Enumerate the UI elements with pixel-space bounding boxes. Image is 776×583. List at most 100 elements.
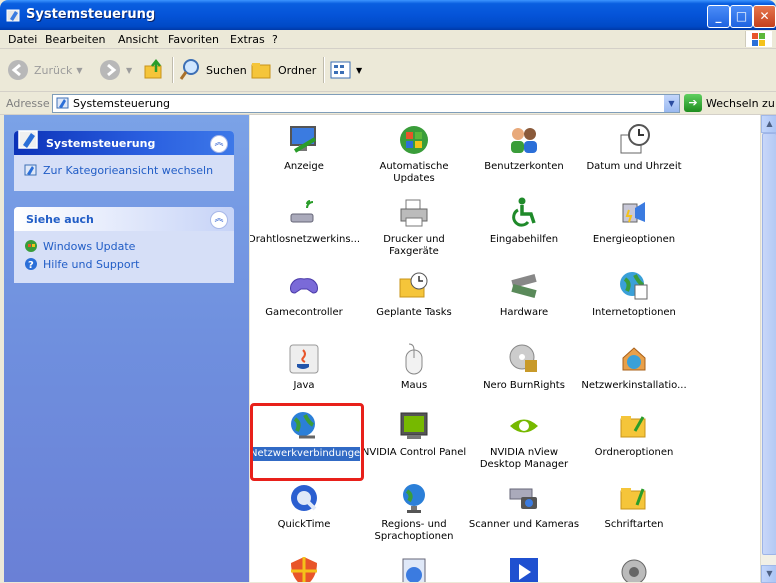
icon-security-center[interactable] xyxy=(250,555,360,582)
category-view-icon xyxy=(24,164,37,176)
back-button[interactable]: Zurück ▼ xyxy=(6,57,83,83)
menu-favoriten[interactable]: Favoriten xyxy=(168,33,219,46)
chevron-down-icon: ▼ xyxy=(76,65,83,75)
address-dropdown-button[interactable]: ▼ xyxy=(664,95,679,112)
menu-extras[interactable]: Extras xyxy=(230,33,265,46)
icon-gamecontroller[interactable]: Gamecontroller xyxy=(250,269,360,319)
windows-update-icon xyxy=(25,240,37,252)
views-button[interactable]: ▼ xyxy=(330,57,362,83)
icon-hardware[interactable]: Hardware xyxy=(468,269,580,319)
fonts-icon xyxy=(620,488,646,510)
windows-update-link[interactable]: Windows Update xyxy=(14,237,234,255)
mouse-icon xyxy=(405,343,423,375)
panel-header[interactable]: Siehe auch ︽ xyxy=(14,207,234,231)
collapse-icon[interactable]: ︽ xyxy=(210,135,228,153)
display-icon xyxy=(290,126,317,153)
icon-maus[interactable]: Maus xyxy=(358,342,470,392)
icon-eingabehilfen[interactable]: Eingabehilfen xyxy=(468,196,580,246)
icon-regions-sprachoptionen[interactable]: Regions- und Sprachoptionen xyxy=(358,481,470,543)
speaker-icon xyxy=(621,559,647,582)
window-title: Systemsteuerung xyxy=(26,7,156,22)
minimize-button[interactable]: _ xyxy=(707,5,730,28)
menu-bar: Datei Bearbeiten Ansicht Favoriten Extra… xyxy=(0,30,776,49)
toolbar-separator xyxy=(172,57,174,83)
icon-benutzerkonten[interactable]: Benutzerkonten xyxy=(468,123,580,173)
scroll-thumb[interactable] xyxy=(762,133,776,555)
vertical-scrollbar[interactable]: ▲ ▼ xyxy=(760,115,776,583)
folder-options-icon xyxy=(620,416,646,438)
play-icon xyxy=(510,558,538,582)
windows-logo-icon xyxy=(745,31,772,47)
hardware-icon xyxy=(511,274,537,298)
icon-schriftarten[interactable]: Schriftarten xyxy=(578,481,690,531)
icon-nvidia-control-panel[interactable]: NVIDIA Control Panel xyxy=(358,409,470,459)
up-folder-button[interactable] xyxy=(142,57,166,83)
menu-help[interactable]: ? xyxy=(272,33,278,46)
icon-sounds[interactable] xyxy=(578,555,690,582)
nvidia-nview-icon xyxy=(510,419,538,433)
date-time-icon xyxy=(620,124,650,154)
menu-bearbeiten[interactable]: Bearbeiten xyxy=(45,33,105,46)
panel-header[interactable]: Systemsteuerung ︽ xyxy=(14,130,234,155)
scanner-camera-icon xyxy=(509,488,537,509)
icon-automatische-updates[interactable]: Automatische Updates xyxy=(358,123,470,185)
control-panel-icon xyxy=(18,130,38,149)
icon-netzwerkinstallation[interactable]: Netzwerkinstallatio... xyxy=(578,342,690,392)
icon-software[interactable] xyxy=(358,555,470,582)
icon-drahtlosnetzwerk[interactable]: Drahtlosnetzwerkins... xyxy=(250,196,360,246)
maximize-button[interactable]: □ xyxy=(730,5,753,28)
icon-drucker-fax[interactable]: Drucker und Faxgeräte xyxy=(358,196,470,258)
quicktime-icon xyxy=(291,485,317,511)
icon-nero-burnrights[interactable]: Nero BurnRights xyxy=(468,342,580,392)
icon-ordneroptionen[interactable]: Ordneroptionen xyxy=(578,409,690,459)
scheduled-tasks-icon xyxy=(399,272,428,298)
nero-burnrights-icon xyxy=(509,344,537,372)
control-panel-icon xyxy=(6,9,20,22)
icon-anzeige[interactable]: Anzeige xyxy=(250,123,360,173)
icon-java[interactable]: Java xyxy=(250,342,360,392)
collapse-icon[interactable]: ︽ xyxy=(210,211,228,229)
icon-internetoptionen[interactable]: Internetoptionen xyxy=(578,269,690,319)
highlight-box xyxy=(250,403,364,481)
wireless-network-icon xyxy=(290,200,314,223)
toolbar: Zurück ▼ ▼ Suchen Ordner ▼ xyxy=(0,49,776,92)
menu-datei[interactable]: Datei xyxy=(8,33,37,46)
task-pane: Systemsteuerung ︽ Zur Kategorieansicht w… xyxy=(4,115,249,582)
help-support-link[interactable]: ? Hilfe und Support xyxy=(14,255,234,273)
folders-button[interactable]: Ordner xyxy=(250,57,316,83)
address-bar: Adresse Systemsteuerung ▼ ➔ Wechseln zu xyxy=(0,92,776,115)
folders-icon xyxy=(251,63,271,79)
category-view-link[interactable]: Zur Kategorieansicht wechseln xyxy=(14,161,234,179)
automatic-updates-icon xyxy=(400,126,428,154)
panel-title: Systemsteuerung xyxy=(46,137,156,150)
icon-nvidia-nview[interactable]: NVIDIA nView Desktop Manager xyxy=(468,409,580,471)
icon-energieoptionen[interactable]: Energieoptionen xyxy=(578,196,690,246)
nvidia-control-panel-icon xyxy=(400,412,428,439)
menu-ansicht[interactable]: Ansicht xyxy=(118,33,159,46)
forward-button[interactable]: ▼ xyxy=(98,57,132,83)
user-accounts-icon xyxy=(511,128,537,153)
power-options-icon xyxy=(622,202,645,223)
go-button[interactable]: ➔ Wechseln zu xyxy=(684,94,775,112)
accessibility-icon xyxy=(512,197,536,227)
address-label: Adresse xyxy=(6,97,50,110)
svg-text:?: ? xyxy=(28,260,34,271)
close-button[interactable]: ✕ xyxy=(753,5,776,28)
views-icon xyxy=(330,61,351,79)
game-controller-icon xyxy=(290,278,318,294)
icon-datum-uhrzeit[interactable]: Datum und Uhrzeit xyxy=(578,123,690,173)
chevron-down-icon: ▼ xyxy=(126,65,133,75)
shield-icon xyxy=(291,557,317,582)
search-button[interactable]: Suchen xyxy=(178,57,247,83)
scroll-up-button[interactable]: ▲ xyxy=(761,115,776,133)
chevron-down-icon: ▼ xyxy=(356,65,363,75)
forward-arrow-icon xyxy=(100,60,120,80)
icon-quicktime[interactable]: QuickTime xyxy=(250,481,360,531)
icon-geplante-tasks[interactable]: Geplante Tasks xyxy=(358,269,470,319)
icon-scanner-kameras[interactable]: Scanner und Kameras xyxy=(468,481,580,531)
scroll-down-button[interactable]: ▼ xyxy=(761,565,776,583)
help-icon: ? xyxy=(25,258,37,271)
address-input[interactable]: Systemsteuerung ▼ xyxy=(52,94,680,113)
up-folder-icon xyxy=(144,58,162,79)
icon-media[interactable] xyxy=(468,555,580,582)
